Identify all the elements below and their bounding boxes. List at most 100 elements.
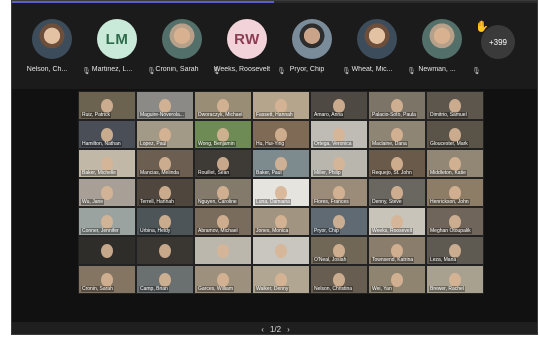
video-tile[interactable]: Mancias, Melinda — [136, 149, 194, 178]
video-tile[interactable]: Luna, Damiana — [252, 178, 310, 207]
video-tile[interactable] — [194, 236, 252, 265]
video-tile[interactable]: Conner, Jennifer — [78, 207, 136, 236]
participant-4[interactable]: RW Weeks, Roosevelt 🎙 — [214, 19, 286, 81]
tile-name-label: Abramov, Michael — [197, 228, 239, 234]
more-participants-button[interactable]: +399 — [481, 25, 515, 59]
video-grid: Ruiz, Patrick Maguire-Noverola... Dworaczy… — [78, 91, 484, 294]
participant-video — [391, 244, 403, 258]
video-tile[interactable]: Terrell, Hannah — [136, 178, 194, 207]
video-tile[interactable]: Lopez, Paul — [136, 120, 194, 149]
avatar — [32, 19, 72, 59]
video-tile[interactable]: Henrickson, John — [426, 178, 484, 207]
participant-video — [217, 99, 229, 113]
video-tile[interactable]: Dworaczyk, Michael — [194, 91, 252, 120]
participant-video — [217, 157, 229, 171]
video-tile[interactable]: Dimitrio, Samuel — [426, 91, 484, 120]
video-tile[interactable]: Middleton, Katie — [426, 149, 484, 178]
participant-video — [333, 128, 345, 142]
teams-meeting-window: Nelson, Ch... 🎙 LM Martinez, L... 🎙 Cronin, S… — [11, 0, 538, 335]
participant-video — [449, 186, 461, 200]
tile-name-label: Hu, Hui-Ying — [255, 141, 286, 147]
tile-name-label: Ortega, Veronica — [313, 141, 353, 147]
tile-name-label: Weeks, Roosevelt — [371, 228, 414, 234]
participant-video — [333, 99, 345, 113]
video-tile[interactable]: Pryor, Chip — [310, 207, 368, 236]
tile-name-label: Maguire-Noverola... — [139, 112, 185, 118]
video-tile[interactable]: Nelson, Christina — [310, 265, 368, 294]
video-tile[interactable]: Maclaine, Dana — [368, 120, 426, 149]
video-tile[interactable]: Amaro, Anna — [310, 91, 368, 120]
video-tile[interactable]: Rouillet, Sean — [194, 149, 252, 178]
video-tile[interactable]: Garces, William — [194, 265, 252, 294]
video-tile[interactable]: Wong, Benjamin — [194, 120, 252, 149]
participant-5[interactable]: Pryor, Chip 🎙 — [280, 19, 351, 81]
tile-name-label: Dimitrio, Samuel — [429, 112, 468, 118]
tile-name-label: Wong, Benjamin — [197, 141, 236, 147]
video-tile[interactable]: Palacio-Soto, Paula — [368, 91, 426, 120]
tile-name-label: Wu, Jane — [81, 199, 105, 205]
video-tile[interactable]: Wei, Yan — [368, 265, 426, 294]
participant-2[interactable]: LM Martinez, L... 🎙 — [85, 19, 156, 81]
video-tile[interactable]: Baker, Paul — [252, 149, 310, 178]
video-tile[interactable]: Weeks, Roosevelt — [368, 207, 426, 236]
participant-video — [391, 186, 403, 200]
video-tile[interactable]: Walker, Denny — [252, 265, 310, 294]
video-tile[interactable] — [78, 236, 136, 265]
video-tile[interactable]: Nguyen, Caroline — [194, 178, 252, 207]
video-tile[interactable]: Townsend, Katrina — [368, 236, 426, 265]
video-tile[interactable]: O'Neal, Josiah — [310, 236, 368, 265]
tile-name-label: Henrickson, John — [429, 199, 470, 205]
video-tile[interactable]: Wu, Jane — [78, 178, 136, 207]
video-tile[interactable]: Flores, Frances — [310, 178, 368, 207]
video-tile[interactable]: Miller, Philip — [310, 149, 368, 178]
video-tile[interactable]: Cronin, Sarah — [78, 265, 136, 294]
participant-3[interactable]: Cronin, Sarah 🎙 — [150, 19, 221, 81]
video-tile[interactable]: Denny, Steve — [368, 178, 426, 207]
tile-name-label: Baker, Michelle — [81, 170, 117, 176]
video-tile[interactable]: Hamilton, Nathan — [78, 120, 136, 149]
tile-name-label: Terrell, Hannah — [139, 199, 175, 205]
participant-video — [391, 215, 403, 229]
prev-page-button[interactable]: ‹ — [261, 325, 264, 334]
tile-name-label: Mancias, Melinda — [139, 170, 180, 176]
tile-name-label: Palacio-Soto, Paula — [371, 112, 417, 118]
video-tile[interactable] — [252, 236, 310, 265]
video-tile[interactable]: Brewer, Rachel — [426, 265, 484, 294]
video-tile[interactable]: Maguire-Noverola... — [136, 91, 194, 120]
video-tile[interactable]: Ortega, Veronica — [310, 120, 368, 149]
participant-video — [275, 186, 287, 200]
avatar: RW — [227, 19, 267, 59]
participant-1[interactable]: Nelson, Ch... 🎙 — [20, 19, 91, 81]
video-tile[interactable]: Baker, Michelle — [78, 149, 136, 178]
tile-name-label: Cronin, Sarah — [81, 286, 114, 292]
participant-video — [275, 99, 287, 113]
participant-video — [159, 99, 171, 113]
tile-name-label: Hamilton, Nathan — [81, 141, 122, 147]
participant-video — [333, 186, 345, 200]
video-tile[interactable]: Ruiz, Patrick — [78, 91, 136, 120]
next-page-button[interactable]: › — [287, 325, 290, 334]
participant-6[interactable]: Wheat, Mic... 🎙 — [345, 19, 416, 81]
participant-video — [275, 215, 287, 229]
video-tile[interactable] — [136, 236, 194, 265]
video-tile[interactable]: Urbina, Heidy — [136, 207, 194, 236]
participant-7[interactable]: Newman, ... 🎙 — [410, 19, 481, 81]
video-tile[interactable]: Fassett, Hannah — [252, 91, 310, 120]
video-grid-stage: Ruiz, Patrick Maguire-Noverola... Dworaczy… — [12, 89, 537, 334]
tile-name-label: Denny, Steve — [371, 199, 403, 205]
video-tile[interactable]: Meghan Otoupalik — [426, 207, 484, 236]
video-tile[interactable]: Abramov, Michael — [194, 207, 252, 236]
video-tile[interactable]: Hu, Hui-Ying — [252, 120, 310, 149]
participant-name: Nelson, Ch... — [26, 66, 68, 73]
participant-video — [275, 244, 287, 258]
video-tile[interactable]: Jones, Monica — [252, 207, 310, 236]
video-tile[interactable]: Gloucester, Mark — [426, 120, 484, 149]
tile-name-label: Urbina, Heidy — [139, 228, 172, 234]
tile-name-label: Dworaczyk, Michael — [197, 112, 244, 118]
video-tile[interactable]: Requejo, St. John — [368, 149, 426, 178]
avatar — [422, 19, 462, 59]
video-tile[interactable]: Leza, Maria — [426, 236, 484, 265]
participant-video — [449, 244, 461, 258]
tile-name-label: Gloucester, Mark — [429, 141, 469, 147]
video-tile[interactable]: Camp, Brian — [136, 265, 194, 294]
